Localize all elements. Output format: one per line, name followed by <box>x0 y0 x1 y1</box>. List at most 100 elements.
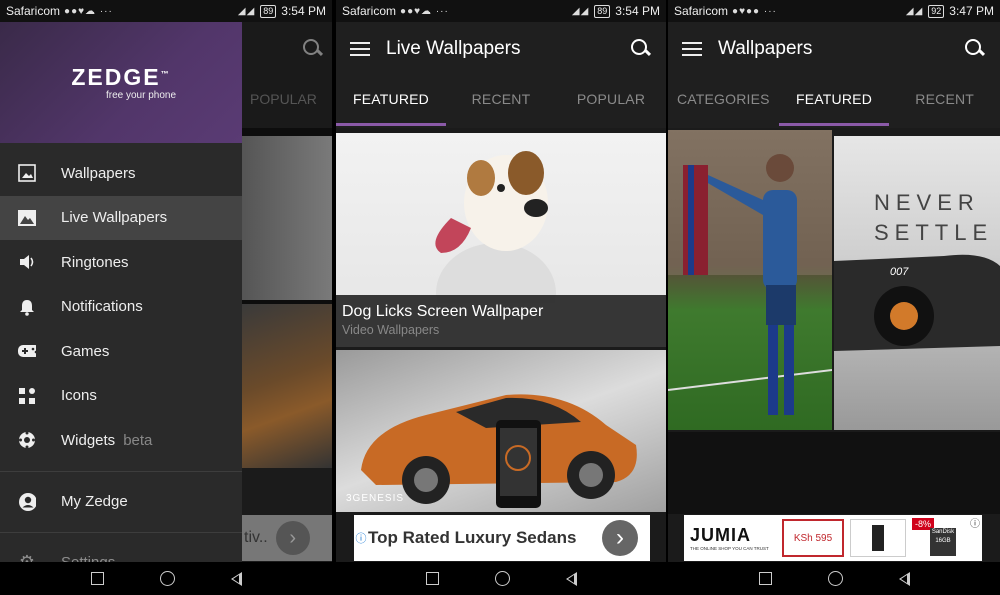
tab-categories[interactable]: CATEGORIES <box>668 76 779 128</box>
wallpaper-card[interactable]: NEVER SETTLE 007 <box>834 136 1000 430</box>
system-nav-bar <box>0 562 332 595</box>
home-button[interactable] <box>159 571 175 586</box>
menu-icon[interactable] <box>682 42 702 56</box>
drawer-item-wallpapers[interactable]: Wallpapers <box>0 151 242 196</box>
recents-button[interactable] <box>90 572 104 585</box>
tab-recent[interactable]: RECENT <box>889 76 1000 128</box>
battery-icon: 92 <box>928 4 945 18</box>
drawer-item-live-wallpapers[interactable]: Live Wallpapers <box>0 195 242 240</box>
drawer-item-label: Widgets <box>61 431 116 449</box>
ad-banner[interactable]: ⓘ Top Rated Luxury Sedans › <box>354 515 650 561</box>
ad-banner[interactable]: JUMIA THE ONLINE SHOP YOU CAN TRUST KSh … <box>684 515 982 561</box>
system-nav-bar <box>668 562 1000 595</box>
carrier-name: Safaricom <box>342 4 397 18</box>
ad-arrow-icon[interactable]: › <box>602 520 638 556</box>
account-icon <box>18 492 36 511</box>
tab-bar: FEATURED RECENT POPULAR <box>336 76 666 128</box>
image-icon <box>18 164 36 183</box>
carrier-name: Safaricom <box>6 4 61 18</box>
tab-featured[interactable]: FEATURED <box>336 76 446 128</box>
ad-text-dimmed: tiv.. <box>244 529 268 546</box>
wallpaper-caption: Dog Licks Screen Wallpaper Video Wallpap… <box>336 295 666 347</box>
screen-wallpapers: Safaricom ●♥●● ··· ◢◢ 92 3:47 PM Wallpap… <box>668 0 1000 595</box>
back-button[interactable] <box>230 571 242 586</box>
battery-icon: 89 <box>594 4 611 18</box>
tagline: free your phone <box>105 90 177 101</box>
drawer-item-label: Settings <box>61 554 115 562</box>
tab-featured[interactable]: FEATURED <box>778 76 890 128</box>
notification-icons: ●●♥☁ ··· <box>400 5 449 17</box>
tab-bar: CATEGORIES FEATURED RECENT <box>668 76 1000 128</box>
signal-icon: ◢◢ <box>237 5 256 17</box>
drawer-item-settings[interactable]: ⚙ Settings <box>0 541 242 563</box>
footballer-thumbnail <box>668 130 832 415</box>
zedge-logo: ZEDGE™ <box>71 64 171 90</box>
signal-icon: ◢◢ <box>905 5 924 17</box>
wallpaper-category: Video Wallpapers <box>342 323 440 337</box>
wallpaper-title: Dog Licks Screen Wallpaper <box>342 303 544 320</box>
drawer-item-games[interactable]: Games <box>0 329 242 374</box>
drawer-item-label: Wallpapers <box>61 164 136 182</box>
status-bar: Safaricom ●♥●● ··· ◢◢ 92 3:47 PM <box>668 0 1000 22</box>
menu-icon[interactable] <box>350 42 370 56</box>
app-toolbar: Wallpapers <box>668 22 1000 76</box>
recents-button[interactable] <box>425 572 439 585</box>
thumbnail-dimmed <box>242 136 332 300</box>
drawer-item-icons[interactable]: Icons <box>0 374 242 419</box>
dog-thumbnail <box>435 151 556 343</box>
adchoices-icon[interactable]: ⓘ <box>970 515 980 530</box>
brand-logo: 3GENESIS <box>346 493 405 504</box>
search-icon[interactable] <box>964 38 986 60</box>
drawer-item-label: Games <box>61 342 110 360</box>
wallpaper-card[interactable] <box>668 130 832 430</box>
search-icon[interactable] <box>630 38 652 60</box>
ad-product-image <box>850 519 906 557</box>
beta-badge: beta <box>123 431 153 449</box>
background-screen: POPULAR tiv.. › <box>242 22 332 562</box>
drawer-item-ringtones[interactable]: Ringtones <box>0 240 242 285</box>
supercar-thumbnail <box>834 254 1000 351</box>
wallpaper-text: NEVER <box>874 190 980 215</box>
speaker-icon <box>18 253 36 271</box>
wallpaper-card[interactable]: 3GENESIS <box>336 350 666 512</box>
back-button[interactable] <box>565 571 577 586</box>
ad-arrow-icon[interactable]: › <box>275 521 310 555</box>
drawer-item-label: Live Wallpapers <box>61 209 168 227</box>
back-button[interactable] <box>898 571 910 586</box>
drawer-item-label: My Zedge <box>61 493 128 511</box>
drawer-header: ZEDGE™ free your phone <box>0 22 242 143</box>
screen-live-wallpapers: Safaricom ●●♥☁ ··· ◢◢ 89 3:54 PM Live Wa… <box>336 0 666 595</box>
search-icon <box>302 38 324 60</box>
status-bar: Safaricom ●●♥☁ ··· ◢◢ 89 3:54 PM <box>0 0 332 22</box>
screen-drawer: Safaricom ●●♥☁ ··· ◢◢ 89 3:54 PM POPULAR… <box>0 0 332 595</box>
tab-popular[interactable]: POPULAR <box>556 76 666 128</box>
drawer-item-notifications[interactable]: Notifications <box>0 285 242 330</box>
bell-icon <box>18 298 36 316</box>
divider <box>0 532 242 533</box>
jumia-logo: JUMIA THE ONLINE SHOP YOU CAN TRUST <box>690 525 769 551</box>
clock: 3:47 PM <box>949 4 994 18</box>
drawer-item-label: Ringtones <box>61 253 129 271</box>
page-title: Wallpapers <box>718 38 813 59</box>
grid-icon <box>18 387 36 405</box>
app-toolbar: Live Wallpapers <box>336 22 666 76</box>
divider <box>0 470 242 472</box>
notification-icons: ●●♥☁ ··· <box>64 5 113 17</box>
carrier-name: Safaricom <box>674 4 729 18</box>
home-button[interactable] <box>494 571 510 586</box>
drawer-item-my-zedge[interactable]: My Zedge <box>0 480 242 525</box>
adchoices-icon[interactable]: ⓘ <box>354 530 368 546</box>
status-bar: Safaricom ●●♥☁ ··· ◢◢ 89 3:54 PM <box>336 0 666 22</box>
navigation-drawer: ZEDGE™ free your phone Wallpapers Live W… <box>0 22 242 562</box>
tab-recent[interactable]: RECENT <box>446 76 556 128</box>
wallpaper-card[interactable] <box>668 432 1000 514</box>
wallpaper-card[interactable]: Dog Licks Screen Wallpaper Video Wallpap… <box>336 133 666 347</box>
soccer-icon <box>18 431 36 449</box>
drawer-item-widgets[interactable]: Widgets beta <box>0 418 242 463</box>
gamepad-icon <box>18 342 36 360</box>
page-title: Live Wallpapers <box>386 38 521 59</box>
home-button[interactable] <box>827 571 843 586</box>
clock: 3:54 PM <box>281 4 326 18</box>
wallpaper-text: SETTLE <box>874 220 994 245</box>
recents-button[interactable] <box>758 572 772 585</box>
